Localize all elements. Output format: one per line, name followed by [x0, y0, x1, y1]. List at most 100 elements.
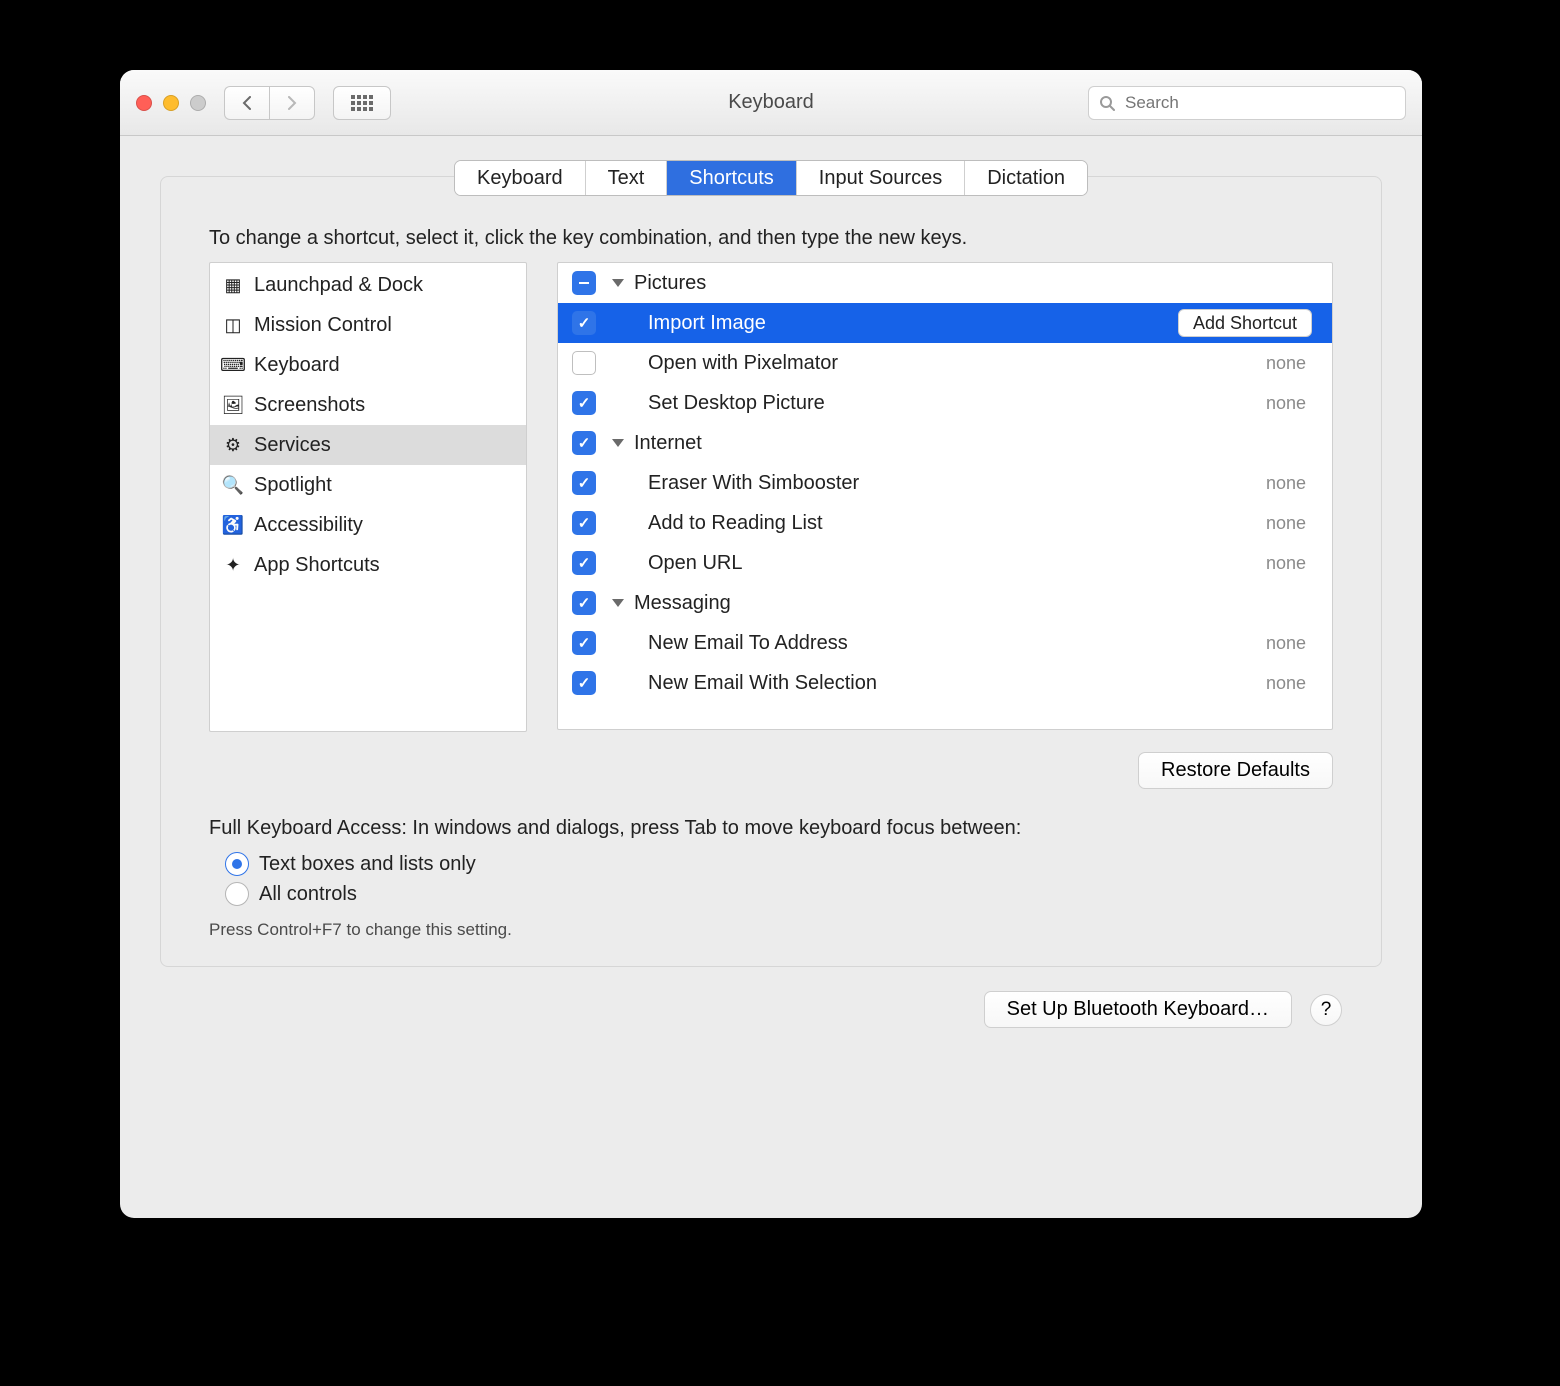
- sidebar-item-accessibility[interactable]: ♿ Accessibility: [210, 505, 526, 545]
- checkbox[interactable]: [572, 671, 596, 695]
- sidebar-item-launchpad-dock[interactable]: ▦ Launchpad & Dock: [210, 265, 526, 305]
- show-all-button[interactable]: [333, 86, 391, 120]
- preferences-window: Keyboard Keyboard Text Shortcuts Input S…: [120, 70, 1422, 1218]
- tree-item-label: New Email With Selection: [648, 672, 877, 695]
- tree-item-label: Eraser With Simbooster: [648, 472, 859, 495]
- checkbox[interactable]: [572, 311, 596, 335]
- fka-heading: Full Keyboard Access: In windows and dia…: [209, 817, 1333, 840]
- restore-defaults-button[interactable]: Restore Defaults: [1138, 752, 1333, 789]
- checkbox[interactable]: [572, 591, 596, 615]
- chevron-left-icon: [241, 96, 253, 110]
- help-button[interactable]: ?: [1310, 994, 1342, 1026]
- tab-input-sources[interactable]: Input Sources: [797, 161, 965, 195]
- tree-group-label: Pictures: [634, 272, 706, 295]
- shortcut-value[interactable]: none: [1266, 353, 1318, 374]
- sidebar-item-screenshots[interactable]: 🖼 Screenshots: [210, 385, 526, 425]
- footer: Set Up Bluetooth Keyboard… ?: [160, 967, 1382, 1028]
- checkbox[interactable]: [572, 351, 596, 375]
- sidebar-item-spotlight[interactable]: 🔍 Spotlight: [210, 465, 526, 505]
- lists-area: ▦ Launchpad & Dock ◫ Mission Control ⌨ K…: [161, 262, 1381, 732]
- checkbox[interactable]: [572, 551, 596, 575]
- radio-all-controls[interactable]: All controls: [225, 882, 1333, 906]
- sidebar-item-label: Accessibility: [254, 514, 363, 537]
- search-field[interactable]: [1088, 86, 1406, 120]
- disclosure-triangle-icon[interactable]: [612, 279, 624, 287]
- sidebar-item-app-shortcuts[interactable]: ✦ App Shortcuts: [210, 545, 526, 585]
- sidebar-item-mission-control[interactable]: ◫ Mission Control: [210, 305, 526, 345]
- radio-text-boxes-only[interactable]: Text boxes and lists only: [225, 852, 1333, 876]
- shortcut-value[interactable]: none: [1266, 633, 1318, 654]
- shortcut-value[interactable]: none: [1266, 393, 1318, 414]
- checkbox[interactable]: [572, 631, 596, 655]
- tree-item-new-email-address[interactable]: New Email To Address none: [558, 623, 1332, 663]
- tree-group-internet[interactable]: Internet: [558, 423, 1332, 463]
- tree-group-pictures[interactable]: Pictures: [558, 263, 1332, 303]
- shortcuts-panel: Keyboard Text Shortcuts Input Sources Di…: [160, 176, 1382, 967]
- back-button[interactable]: [224, 86, 269, 120]
- tab-bar: Keyboard Text Shortcuts Input Sources Di…: [454, 160, 1088, 196]
- radio-indicator[interactable]: [225, 882, 249, 906]
- sidebar-item-services[interactable]: ⚙ Services: [210, 425, 526, 465]
- sidebar-item-label: App Shortcuts: [254, 554, 380, 577]
- add-shortcut-button[interactable]: Add Shortcut: [1178, 309, 1312, 337]
- sidebar-item-label: Launchpad & Dock: [254, 274, 423, 297]
- sidebar-item-keyboard[interactable]: ⌨ Keyboard: [210, 345, 526, 385]
- forward-button[interactable]: [269, 86, 315, 120]
- tree-item-new-email-selection[interactable]: New Email With Selection none: [558, 663, 1332, 703]
- spotlight-icon: 🔍: [222, 474, 244, 496]
- window-controls: [136, 95, 206, 111]
- tree-item-set-desktop-picture[interactable]: Set Desktop Picture none: [558, 383, 1332, 423]
- tree-item-add-reading-list[interactable]: Add to Reading List none: [558, 503, 1332, 543]
- checkbox-mixed[interactable]: [572, 271, 596, 295]
- checkbox[interactable]: [572, 471, 596, 495]
- shortcut-value[interactable]: none: [1266, 673, 1318, 694]
- tab-dictation[interactable]: Dictation: [965, 161, 1087, 195]
- tree-item-label: Open URL: [648, 552, 743, 575]
- checkbox[interactable]: [572, 391, 596, 415]
- shortcut-value[interactable]: none: [1266, 553, 1318, 574]
- tree-item-label: New Email To Address: [648, 632, 848, 655]
- launchpad-icon: ▦: [222, 274, 244, 296]
- tab-shortcuts[interactable]: Shortcuts: [667, 161, 796, 195]
- sidebar-item-label: Keyboard: [254, 354, 340, 377]
- shortcut-value[interactable]: none: [1266, 513, 1318, 534]
- disclosure-triangle-icon[interactable]: [612, 599, 624, 607]
- checkbox[interactable]: [572, 431, 596, 455]
- sidebar-item-label: Services: [254, 434, 331, 457]
- tree-item-label: Add to Reading List: [648, 512, 823, 535]
- tree-item-open-pixelmator[interactable]: Open with Pixelmator none: [558, 343, 1332, 383]
- search-input[interactable]: [1123, 92, 1395, 114]
- accessibility-icon: ♿: [222, 514, 244, 536]
- tree-item-open-url[interactable]: Open URL none: [558, 543, 1332, 583]
- tree-item-import-image[interactable]: Import Image Add Shortcut: [558, 303, 1332, 343]
- shortcut-value[interactable]: none: [1266, 473, 1318, 494]
- tree-item-label: Set Desktop Picture: [648, 392, 825, 415]
- sidebar-item-label: Mission Control: [254, 314, 392, 337]
- category-sidebar[interactable]: ▦ Launchpad & Dock ◫ Mission Control ⌨ K…: [209, 262, 527, 732]
- tree-item-eraser-simbooster[interactable]: Eraser With Simbooster none: [558, 463, 1332, 503]
- mission-control-icon: ◫: [222, 314, 244, 336]
- tree-group-messaging[interactable]: Messaging: [558, 583, 1332, 623]
- disclosure-triangle-icon[interactable]: [612, 439, 624, 447]
- screenshots-icon: 🖼: [222, 394, 244, 416]
- search-icon: [1099, 95, 1115, 111]
- services-tree[interactable]: Pictures Import Image Add Shortcut Open …: [557, 262, 1333, 730]
- zoom-icon: [190, 95, 206, 111]
- keyboard-icon: ⌨: [222, 354, 244, 376]
- radio-label: All controls: [259, 883, 357, 906]
- minimize-icon[interactable]: [163, 95, 179, 111]
- sidebar-item-label: Spotlight: [254, 474, 332, 497]
- tab-keyboard[interactable]: Keyboard: [455, 161, 586, 195]
- tree-group-label: Internet: [634, 432, 702, 455]
- tree-group-label: Messaging: [634, 592, 731, 615]
- full-keyboard-access: Full Keyboard Access: In windows and dia…: [161, 789, 1381, 940]
- tree-item-label: Open with Pixelmator: [648, 352, 838, 375]
- setup-bluetooth-keyboard-button[interactable]: Set Up Bluetooth Keyboard…: [984, 991, 1292, 1028]
- titlebar: Keyboard: [120, 70, 1422, 136]
- content: Keyboard Text Shortcuts Input Sources Di…: [120, 136, 1422, 1054]
- sidebar-item-label: Screenshots: [254, 394, 365, 417]
- tab-text[interactable]: Text: [586, 161, 668, 195]
- close-icon[interactable]: [136, 95, 152, 111]
- radio-indicator[interactable]: [225, 852, 249, 876]
- checkbox[interactable]: [572, 511, 596, 535]
